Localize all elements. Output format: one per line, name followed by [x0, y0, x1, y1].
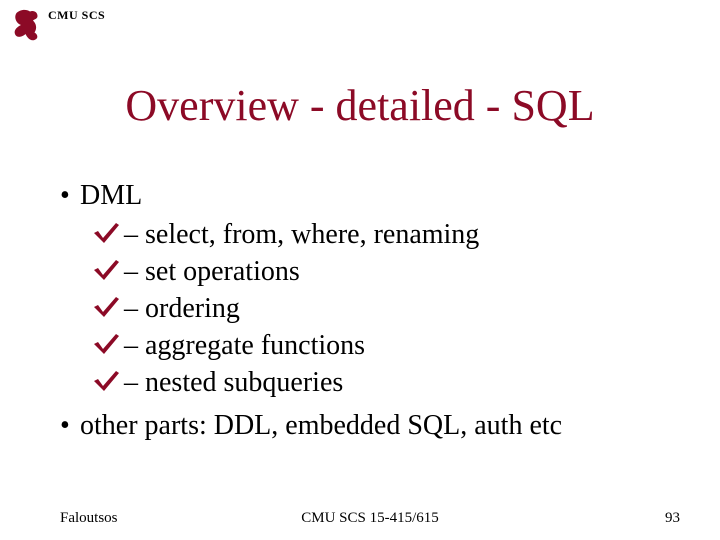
scotty-dog-logo-icon [12, 8, 42, 42]
subitem-label: aggregate functions [145, 330, 365, 361]
dash-icon: – [124, 330, 145, 361]
slide-title: Overview - detailed - SQL [0, 80, 720, 131]
bullet-other: •other parts: DDL, embedded SQL, auth et… [60, 408, 680, 443]
subitem: – nested subqueries [98, 365, 680, 400]
footer-page-number: 93 [665, 510, 680, 527]
header-org-label: CMU SCS [48, 8, 105, 23]
checkmark-icon [92, 258, 120, 282]
subitem-label: nested subqueries [145, 367, 343, 398]
bullet-dml-label: DML [80, 180, 142, 211]
dash-icon: – [124, 367, 145, 398]
checkmark-icon [92, 221, 120, 245]
slide-header: CMU SCS [12, 8, 105, 42]
slide-body: •DML – select, from, where, renaming – s… [60, 170, 680, 447]
subitem-label: select, from, where, renaming [145, 219, 479, 250]
footer-course: CMU SCS 15-415/615 [60, 510, 680, 527]
subitem: – select, from, where, renaming [98, 217, 680, 252]
bullet-dml: •DML [60, 178, 680, 213]
bullet-dot-icon: • [60, 178, 80, 213]
checkmark-icon [92, 332, 120, 356]
subitem-label: set operations [145, 256, 300, 287]
subitem: – set operations [98, 254, 680, 289]
subitem: – ordering [98, 291, 680, 326]
dash-icon: – [124, 293, 145, 324]
checkmark-icon [92, 295, 120, 319]
bullet-other-label: other parts: DDL, embedded SQL, auth etc [80, 410, 562, 441]
bullet-dot-icon: • [60, 408, 80, 443]
dash-icon: – [124, 256, 145, 287]
slide: CMU SCS Overview - detailed - SQL •DML –… [0, 0, 720, 540]
subitem: – aggregate functions [98, 328, 680, 363]
subitem-label: ordering [145, 293, 240, 324]
dash-icon: – [124, 219, 145, 250]
checkmark-icon [92, 369, 120, 393]
